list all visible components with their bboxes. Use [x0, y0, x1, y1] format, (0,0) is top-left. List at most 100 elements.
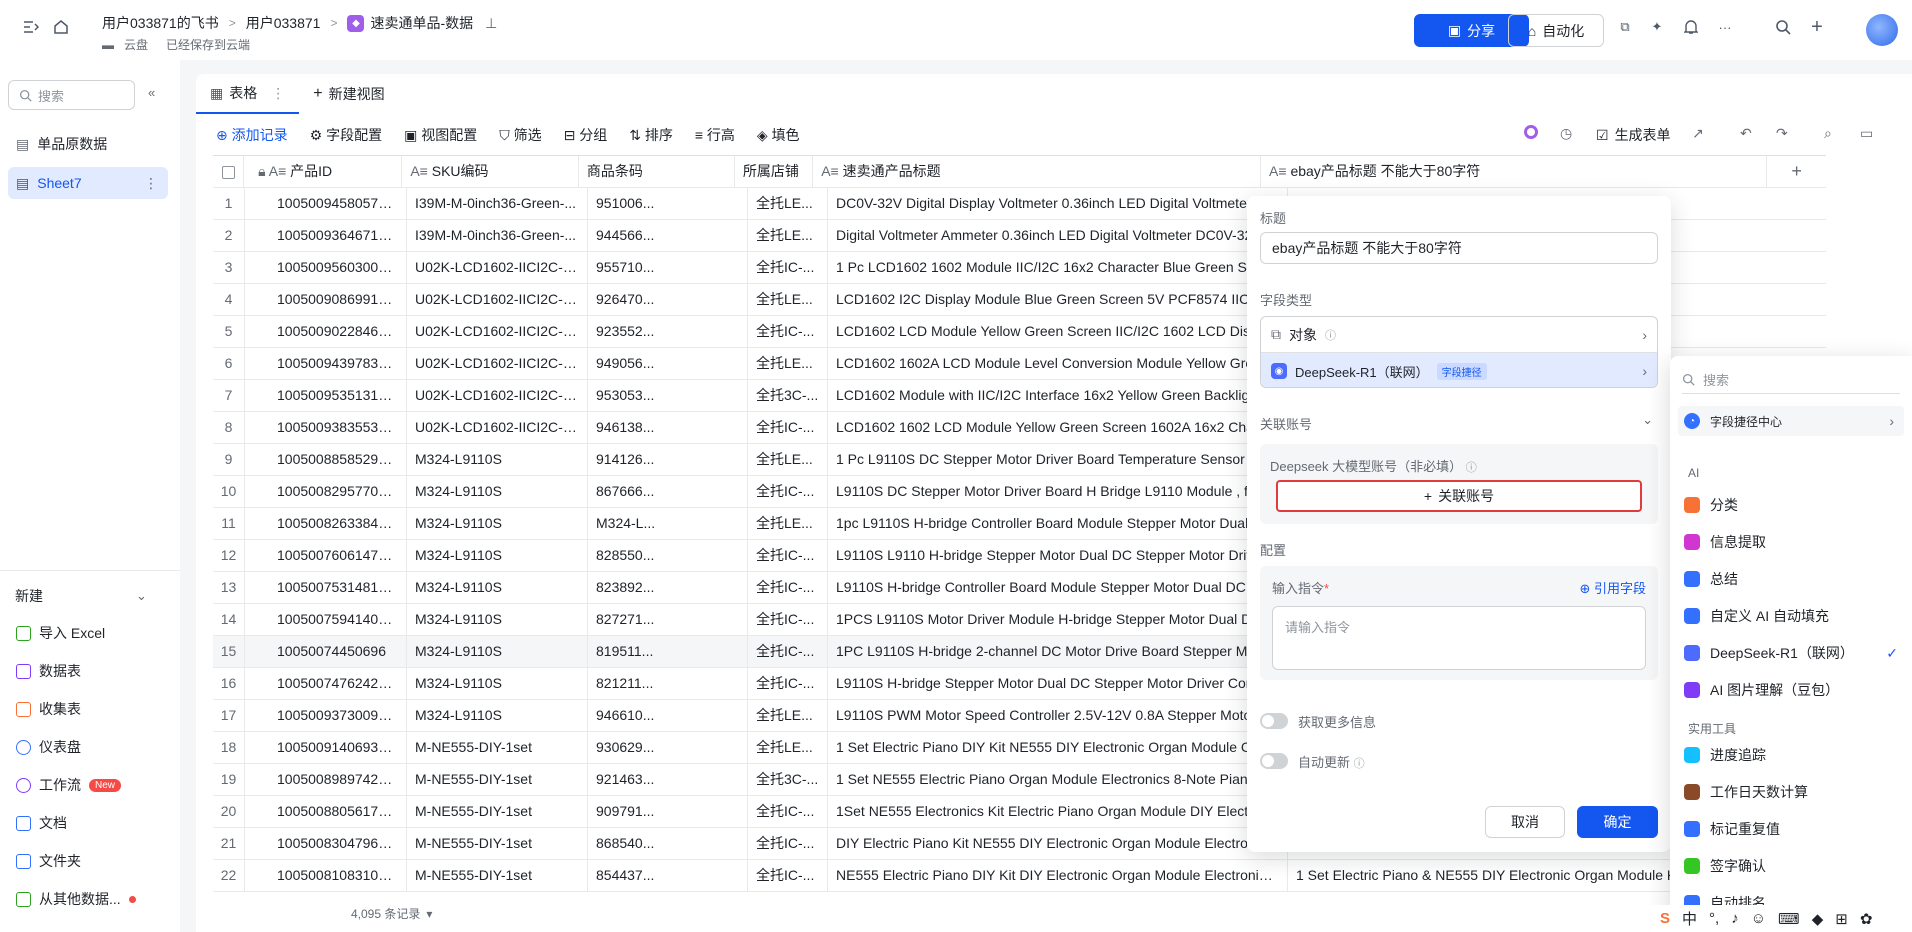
field-title-input[interactable]: ebay产品标题 不能大于80字符: [1260, 232, 1658, 264]
table-cell[interactable]: LCD1602 LCD Module Yellow Green Screen I…: [828, 316, 1288, 347]
table-cell[interactable]: 1005008108310216: [245, 860, 407, 891]
table-cell[interactable]: L9110S L9110 H-bridge Stepper Motor Dual…: [828, 540, 1288, 571]
table-cell[interactable]: 全托IC-...: [748, 636, 828, 667]
chevron-down-icon[interactable]: ⌄: [136, 588, 147, 604]
table-cell[interactable]: U02K-LCD1602-IICI2C-g...: [407, 412, 588, 443]
row-number[interactable]: 16: [213, 668, 245, 699]
table-cell[interactable]: 全托IC-...: [748, 476, 828, 507]
table-cell[interactable]: 1005009383553192: [245, 412, 407, 443]
table-cell[interactable]: 全托IC-...: [748, 668, 828, 699]
field-type-deepseek[interactable]: ◉ DeepSeek-R1（联网） 字段捷径 ›: [1261, 353, 1657, 387]
table-cell[interactable]: 1 Set NE555 Electric Piano Organ Module …: [828, 764, 1288, 795]
sort-button[interactable]: ⇅ 排序: [629, 125, 673, 145]
home-icon[interactable]: [50, 16, 72, 38]
table-cell[interactable]: 全托IC-...: [748, 796, 828, 827]
select-all-checkbox[interactable]: [213, 156, 245, 187]
add-column-button[interactable]: +: [1767, 156, 1826, 187]
field-config-button[interactable]: ⚙ 字段配置: [310, 125, 382, 145]
skin-icon[interactable]: ◆: [1812, 910, 1824, 928]
row-number[interactable]: 15: [213, 636, 245, 667]
new-data-table[interactable]: 数据表: [16, 658, 81, 684]
link-account-button[interactable]: + 关联账号: [1276, 480, 1642, 512]
table-cell[interactable]: M-NE555-DIY-1set: [407, 764, 588, 795]
table-cell[interactable]: 1005007531481730: [245, 572, 407, 603]
share-view-icon[interactable]: ↗: [1692, 125, 1704, 142]
table-cell[interactable]: 1005008858529274: [245, 444, 407, 475]
tab-grid-view[interactable]: ▦ 表格 ⋮: [196, 74, 300, 114]
table-cell[interactable]: 823892...: [588, 572, 748, 603]
table-cell[interactable]: 全托LE...: [748, 284, 828, 315]
table-cell[interactable]: 1005007594140173: [245, 604, 407, 635]
table-cell[interactable]: 1005009535131839: [245, 380, 407, 411]
ai-assistant-icon[interactable]: [1524, 125, 1538, 139]
punctuation-icon[interactable]: °,: [1709, 910, 1719, 927]
table-cell[interactable]: 全托LE...: [748, 732, 828, 763]
table-cell[interactable]: 1005009439783710: [245, 348, 407, 379]
table-cell[interactable]: 1 Pc L9110S DC Stepper Motor Driver Boar…: [828, 444, 1288, 475]
sidebar-item-single-product-data[interactable]: ▤ 单品原数据: [8, 128, 168, 160]
breadcrumb-item[interactable]: 用户033871的飞书: [102, 13, 219, 33]
generate-form-button[interactable]: ☑ 生成表单: [1596, 125, 1671, 145]
table-cell[interactable]: 1pc L9110S H-bridge Controller Board Mod…: [828, 508, 1288, 539]
dropdown-search-input[interactable]: 搜索: [1682, 366, 1900, 394]
table-cell[interactable]: DC0V-32V Digital Display Voltmeter 0.36i…: [828, 188, 1288, 219]
get-more-info-toggle[interactable]: [1260, 713, 1288, 729]
table-cell[interactable]: M324-L9110S: [407, 700, 588, 731]
table-cell[interactable]: 827271...: [588, 604, 748, 635]
fill-color-button[interactable]: ◈ 填色: [757, 125, 800, 145]
table-cell[interactable]: 1005009022846806: [245, 316, 407, 347]
automate-button[interactable]: ⌂ 自动化: [1508, 14, 1604, 47]
reference-field-button[interactable]: ⊕ 引用字段: [1579, 578, 1646, 597]
table-cell[interactable]: M324-L9110S: [407, 476, 588, 507]
add-record-button[interactable]: ⊕ 添加记录: [216, 125, 288, 145]
table-cell[interactable]: 854437...: [588, 860, 748, 891]
new-form[interactable]: 收集表: [16, 696, 81, 722]
table-cell[interactable]: M324-L9110S: [407, 444, 588, 475]
view-config-button[interactable]: ▣ 视图配置: [404, 125, 477, 145]
sidebar-item-sheet7[interactable]: ▤ Sheet7 ⋮: [8, 167, 168, 199]
table-cell[interactable]: 全托LE...: [748, 220, 828, 251]
table-cell[interactable]: 1005009140693761: [245, 732, 407, 763]
table-cell[interactable]: U02K-LCD1602-IICI2C-g...: [407, 284, 588, 315]
table-cell[interactable]: 全托LE...: [748, 508, 828, 539]
dropdown-ai-item[interactable]: 分类: [1684, 490, 1898, 520]
dropdown-ai-item[interactable]: 自定义 AI 自动填充: [1684, 601, 1898, 631]
comment-icon[interactable]: ▭: [1860, 125, 1873, 142]
table-cell[interactable]: L9110S PWM Motor Speed Controller 2.5V-1…: [828, 700, 1288, 731]
table-cell[interactable]: LCD1602 1602 LCD Module Yellow Green Scr…: [828, 412, 1288, 443]
table-cell[interactable]: 全托IC-...: [748, 252, 828, 283]
more-vertical-icon[interactable]: ⋮: [144, 175, 158, 192]
add-icon[interactable]: +: [1806, 16, 1828, 38]
table-cell[interactable]: 1005009373009848: [245, 700, 407, 731]
table-cell[interactable]: M324-L9110S: [407, 604, 588, 635]
sidebar-search-input[interactable]: 搜索: [8, 80, 135, 110]
table-cell[interactable]: 1005007606147009: [245, 540, 407, 571]
table-cell[interactable]: NE555 Electric Piano DIY Kit DIY Electro…: [828, 860, 1288, 891]
ime-mode[interactable]: 中: [1682, 908, 1697, 929]
table-cell[interactable]: 全托LE...: [748, 700, 828, 731]
field-type-object[interactable]: ⧉ 对象 ⓘ ›: [1261, 317, 1657, 353]
table-cell[interactable]: 全托IC-...: [748, 316, 828, 347]
table-cell[interactable]: 1 Set Electric Piano DIY Kit NE555 DIY E…: [828, 732, 1288, 763]
table-cell[interactable]: M324-L9110S: [407, 508, 588, 539]
dropdown-tool-item[interactable]: 标记重复值: [1684, 814, 1898, 844]
table-cell[interactable]: M324-L9110S: [407, 668, 588, 699]
dropdown-tool-item[interactable]: 签字确认: [1684, 851, 1898, 881]
row-number[interactable]: 3: [213, 252, 245, 283]
dropdown-ai-item[interactable]: DeepSeek-R1（联网） ✓: [1684, 638, 1898, 668]
row-number[interactable]: 8: [213, 412, 245, 443]
row-number[interactable]: 12: [213, 540, 245, 571]
column-header[interactable]: A≡ SKU编码: [402, 156, 579, 187]
new-import-excel[interactable]: 导入 Excel: [16, 620, 105, 646]
row-number[interactable]: 13: [213, 572, 245, 603]
row-number[interactable]: 21: [213, 828, 245, 859]
new-import-other[interactable]: 从其他数据...: [16, 886, 136, 912]
table-cell[interactable]: 1 Pc LCD1602 1602 Module IIC/I2C 16x2 Ch…: [828, 252, 1288, 283]
table-cell[interactable]: 1005008295770208: [245, 476, 407, 507]
new-folder[interactable]: 文件夹: [16, 848, 81, 874]
table-cell[interactable]: 全托LE...: [748, 348, 828, 379]
column-header[interactable]: A≡ ebay产品标题 不能大于80字符: [1261, 156, 1768, 187]
keyboard-icon[interactable]: ⌨: [1778, 910, 1800, 928]
caret-down-icon[interactable]: ▾: [426, 907, 432, 921]
table-cell[interactable]: Digital Voltmeter Ammeter 0.36inch LED D…: [828, 220, 1288, 251]
